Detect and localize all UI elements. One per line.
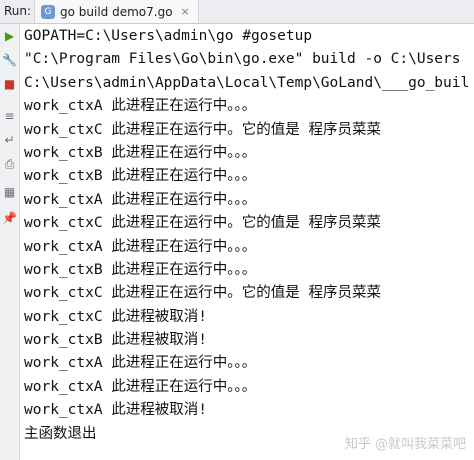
console-line: work_ctxC 此进程被取消! xyxy=(24,308,208,325)
console-line: C:\Users\admin\AppData\Local\Temp\GoLand… xyxy=(24,74,470,91)
console-line: work_ctxC 此进程正在运行中。它的值是 程序员菜菜 xyxy=(24,121,382,138)
pin-icon[interactable]: 📌 xyxy=(2,210,17,225)
console-line: work_ctxB 此进程正在运行中。。。 xyxy=(24,144,257,161)
soft-wrap-icon[interactable]: ↵ xyxy=(2,132,17,147)
run-play-icon[interactable]: ▶ xyxy=(2,28,17,43)
layout-icon[interactable]: ▦ xyxy=(2,184,17,199)
console-line: work_ctxC 此进程正在运行中。它的值是 程序员菜菜 xyxy=(24,285,382,302)
console-line: "C:\Program Files\Go\bin\go.exe" build -… xyxy=(24,51,461,68)
go-file-icon: G xyxy=(41,4,55,19)
run-toolbar: ▶ 🔧 ■ ≡ ↵ ⎙ ▦ 📌 xyxy=(0,24,20,460)
run-tab[interactable]: G go build demo7.go × xyxy=(34,0,199,23)
console-line: work_ctxB 此进程正在运行中。。。 xyxy=(24,168,257,185)
console-line: work_ctxA 此进程正在运行中。。。 xyxy=(24,191,257,208)
run-panel-header: Run: G go build demo7.go × xyxy=(0,0,474,24)
console-line: GOPATH=C:\Users\admin\go #gosetup xyxy=(24,28,313,44)
console-line: work_ctxA 此进程正在运行中。。。 xyxy=(24,378,257,395)
console-line: work_ctxB 此进程被取消! xyxy=(24,332,208,349)
console-line: work_ctxA 此进程正在运行中。。。 xyxy=(24,98,257,115)
wrench-icon[interactable]: 🔧 xyxy=(2,52,17,67)
stop-icon[interactable]: ■ xyxy=(2,76,17,91)
console-output[interactable]: GOPATH=C:\Users\admin\go #gosetup "C:\Pr… xyxy=(24,25,474,460)
console-line: work_ctxA 此进程正在运行中。。。 xyxy=(24,238,257,255)
close-tab-icon[interactable]: × xyxy=(181,5,190,18)
run-tab-label: go build demo7.go xyxy=(60,4,173,19)
console-line: work_ctxA 此进程正在运行中。。。 xyxy=(24,355,257,372)
console-line: work_ctxC 此进程正在运行中。它的值是 程序员菜菜 xyxy=(24,215,382,232)
watermark: 知乎 @就叫我菜菜吧 xyxy=(344,437,466,452)
print-icon[interactable]: ⎙ xyxy=(2,156,17,171)
console-line: work_ctxB 此进程正在运行中。。。 xyxy=(24,261,257,278)
restore-layout-icon[interactable]: ≡ xyxy=(2,108,17,123)
console-line: work_ctxA 此进程被取消! xyxy=(24,402,208,419)
run-label: Run: xyxy=(4,4,32,18)
